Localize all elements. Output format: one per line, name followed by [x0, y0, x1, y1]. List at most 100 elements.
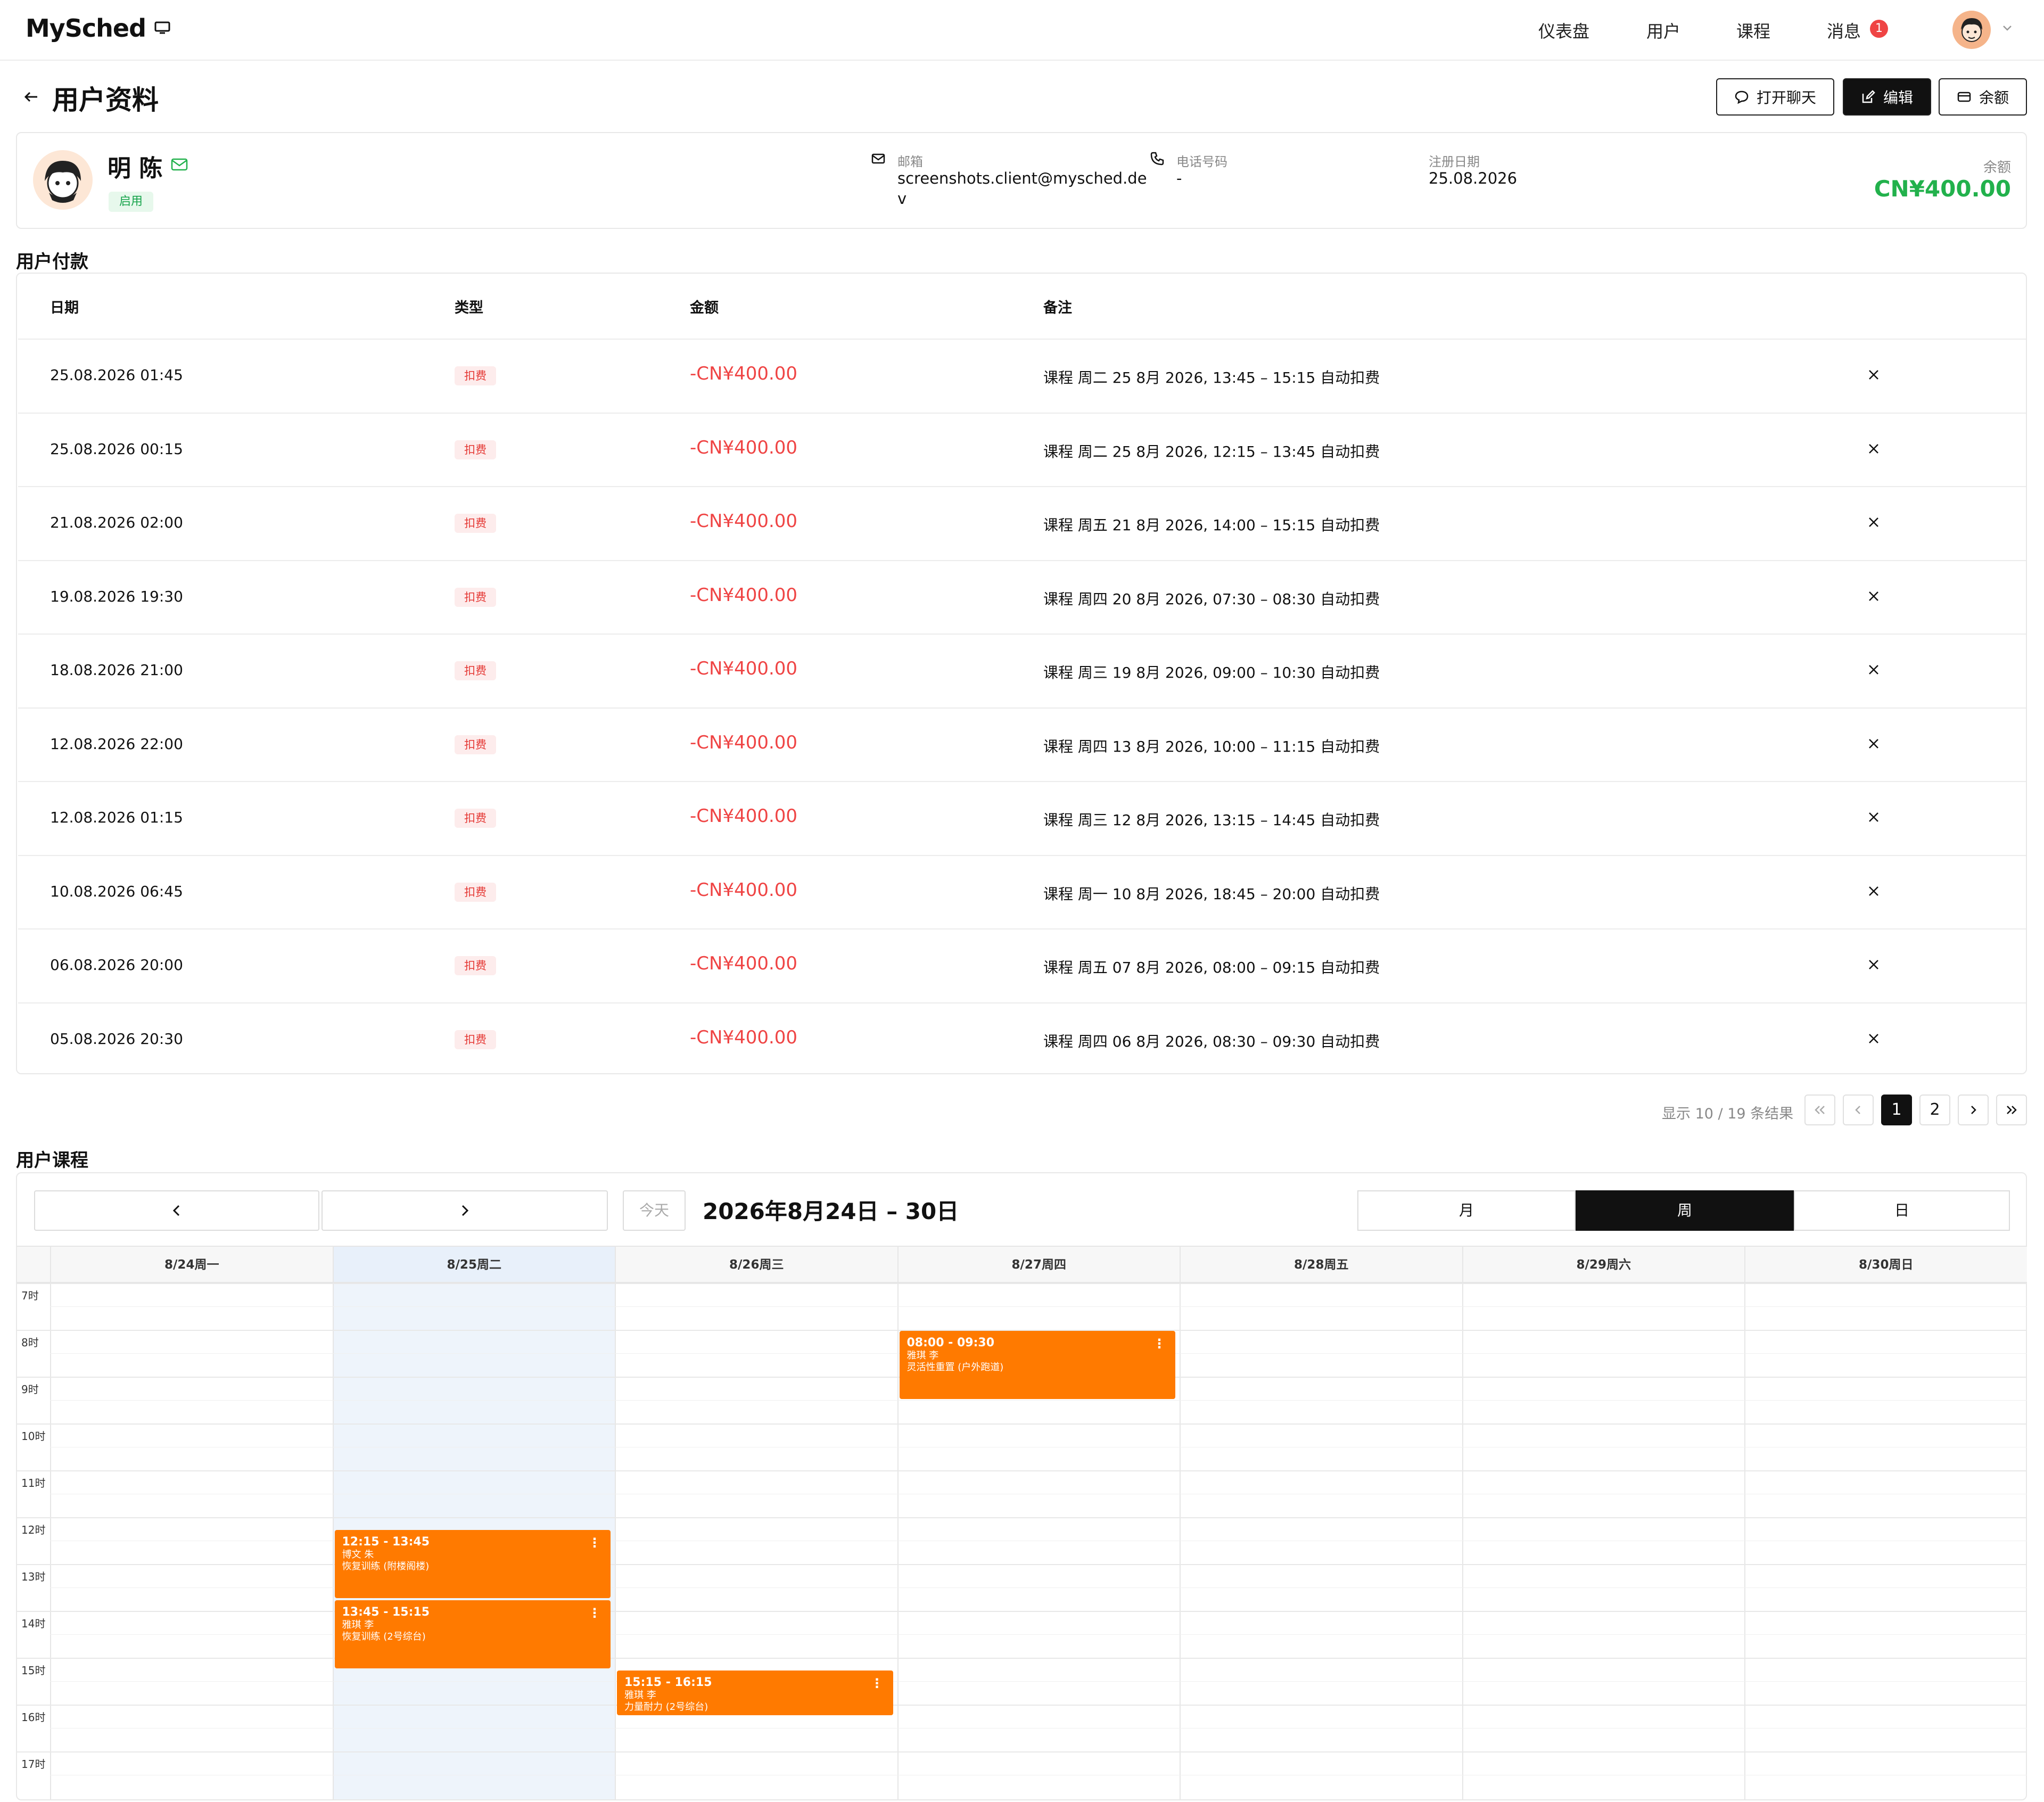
more-vertical-icon[interactable]: ⋮ — [588, 1606, 601, 1620]
chat-bubble-icon — [1735, 90, 1749, 104]
view-week-button[interactable]: 周 — [1576, 1190, 1794, 1231]
day-header[interactable]: 8/29周六 — [1462, 1247, 1744, 1283]
close-icon[interactable] — [1865, 883, 1882, 900]
calendar-next-button[interactable] — [322, 1190, 608, 1231]
hour-line — [17, 1611, 2027, 1612]
event-title: 力量耐力 (2号综台) — [624, 1701, 708, 1713]
prev-page-button[interactable] — [1843, 1095, 1874, 1125]
close-icon[interactable] — [1865, 956, 1882, 973]
day-header[interactable]: 8/25周二 — [332, 1247, 615, 1283]
nav-dashboard[interactable]: 仪表盘 — [1538, 18, 1589, 43]
close-icon[interactable] — [1865, 366, 1882, 383]
payment-date: 10.08.2026 06:45 — [50, 882, 183, 900]
event-time: 15:15 - 16:15 — [624, 1676, 712, 1689]
more-vertical-icon[interactable]: ⋮ — [588, 1535, 601, 1550]
hour-label: 17时 — [21, 1758, 46, 1771]
phone-label: 电话号码 — [1176, 154, 1227, 169]
close-icon[interactable] — [1865, 440, 1882, 457]
calendar-event[interactable]: 15:15 - 16:15 雅琪 李力量耐力 (2号综台) ⋮ — [617, 1671, 893, 1715]
nav-messages[interactable]: 消息 — [1827, 18, 1861, 43]
hour-label: 12时 — [21, 1524, 46, 1536]
page-1-button[interactable]: 1 — [1881, 1095, 1912, 1125]
day-header[interactable]: 8/26周三 — [615, 1247, 897, 1283]
day-column[interactable] — [615, 1283, 897, 1799]
calendar-event[interactable]: 12:15 - 13:45 博文 朱恢复训练 (附楼阁楼) ⋮ — [334, 1530, 611, 1598]
hour-label: 8时 — [21, 1336, 39, 1349]
event-teacher: 博文 朱 — [342, 1549, 374, 1560]
table-row: 06.08.2026 20:00 扣费 -CN¥400.00 课程 周五 07 8月 … — [18, 928, 2026, 1002]
payment-amount: -CN¥400.00 — [690, 511, 798, 532]
close-icon[interactable] — [1865, 735, 1882, 752]
payment-date: 05.08.2026 20:30 — [50, 1030, 183, 1048]
table-row: 25.08.2026 00:15 扣费 -CN¥400.00 课程 周二 25 8月 … — [18, 412, 2026, 486]
day-column[interactable] — [1462, 1283, 1745, 1799]
table-row: 25.08.2026 01:45 扣费 -CN¥400.00 课程 周二 25 8月 … — [18, 339, 2026, 412]
hour-label: 16时 — [21, 1711, 46, 1724]
day-header[interactable]: 8/28周五 — [1180, 1247, 1462, 1283]
hour-label: 10时 — [21, 1430, 46, 1443]
payment-type-badge: 扣费 — [455, 809, 496, 828]
payment-type-badge: 扣费 — [455, 661, 496, 680]
view-month-button[interactable]: 月 — [1357, 1190, 1576, 1231]
calendar-event[interactable]: 08:00 - 09:30 雅琪 李灵活性重置 (户外跑道) ⋮ — [899, 1331, 1175, 1399]
more-vertical-icon[interactable]: ⋮ — [871, 1676, 884, 1691]
event-time: 12:15 - 13:45 — [342, 1535, 430, 1549]
more-vertical-icon[interactable]: ⋮ — [1153, 1336, 1166, 1351]
first-page-button[interactable] — [1804, 1095, 1835, 1125]
hour-label: 9时 — [21, 1383, 39, 1396]
back-arrow-icon[interactable] — [21, 87, 40, 106]
today-button[interactable]: 今天 — [623, 1190, 686, 1231]
col-date[interactable]: 日期 — [50, 296, 79, 317]
double-chevron-right-icon — [2007, 1106, 2017, 1114]
chevron-down-icon[interactable] — [1999, 20, 2015, 36]
open-chat-button[interactable]: 打开聊天 — [1716, 78, 1834, 116]
day-header[interactable]: 8/27周四 — [897, 1247, 1180, 1283]
payment-type-badge: 扣费 — [455, 514, 496, 533]
view-day-button[interactable]: 日 — [1794, 1190, 2010, 1231]
email-value-wrap: v — [897, 190, 907, 208]
chevron-left-icon — [172, 1205, 180, 1216]
half-hour-line — [50, 1306, 2027, 1307]
table-row: 12.08.2026 22:00 扣费 -CN¥400.00 课程 周四 13 8月 … — [18, 707, 2026, 781]
wallet-icon — [1957, 92, 1971, 102]
col-note[interactable]: 备注 — [1043, 296, 1072, 317]
hour-line — [17, 1424, 2027, 1425]
day-header[interactable]: 8/24周一 — [50, 1247, 333, 1283]
calendar-prev-button[interactable] — [34, 1190, 319, 1231]
payment-note: 课程 周二 25 8月 2026, 12:15 – 13:45 自动扣费 — [1043, 442, 1380, 460]
pagination-info: 显示 10 / 19 条结果 — [1662, 1106, 1794, 1122]
payment-type-badge: 扣费 — [455, 882, 496, 902]
balance-button[interactable]: 余额 — [1939, 78, 2027, 116]
page-2-button[interactable]: 2 — [1919, 1095, 1950, 1125]
payment-note: 课程 周三 19 8月 2026, 09:00 – 10:30 自动扣费 — [1043, 664, 1380, 681]
col-type[interactable]: 类型 — [455, 296, 483, 317]
user-avatar[interactable] — [1952, 11, 1991, 49]
mail-icon — [871, 153, 885, 164]
event-title: 恢复训练 (2号综台) — [342, 1631, 426, 1642]
day-column[interactable] — [1180, 1283, 1462, 1799]
edit-button[interactable]: 编辑 — [1843, 78, 1931, 116]
close-icon[interactable] — [1865, 588, 1882, 605]
logo[interactable]: MySched — [26, 14, 146, 43]
nav-users[interactable]: 用户 — [1646, 18, 1680, 43]
close-icon[interactable] — [1865, 809, 1882, 826]
event-title: 恢复训练 (附楼阁楼) — [342, 1561, 430, 1572]
payment-date: 18.08.2026 21:00 — [50, 661, 183, 679]
day-column[interactable] — [50, 1283, 333, 1799]
payments-title: 用户付款 — [16, 251, 88, 273]
col-amount[interactable]: 金额 — [690, 296, 719, 317]
day-header[interactable]: 8/30周日 — [1744, 1247, 2027, 1283]
chevron-left-icon — [1855, 1106, 1860, 1114]
day-column[interactable] — [1744, 1283, 2027, 1799]
close-icon[interactable] — [1865, 514, 1882, 531]
calendar-event[interactable]: 13:45 - 15:15 雅琪 李恢复训练 (2号综台) ⋮ — [334, 1600, 611, 1668]
close-icon[interactable] — [1865, 661, 1882, 678]
nav-courses[interactable]: 课程 — [1736, 18, 1770, 43]
hour-line — [17, 1705, 2027, 1706]
next-page-button[interactable] — [1958, 1095, 1989, 1125]
hour-line — [17, 1564, 2027, 1565]
payment-date: 25.08.2026 00:15 — [50, 440, 183, 458]
last-page-button[interactable] — [1996, 1095, 2027, 1125]
hour-label: 14时 — [21, 1617, 46, 1630]
close-icon[interactable] — [1865, 1030, 1882, 1047]
